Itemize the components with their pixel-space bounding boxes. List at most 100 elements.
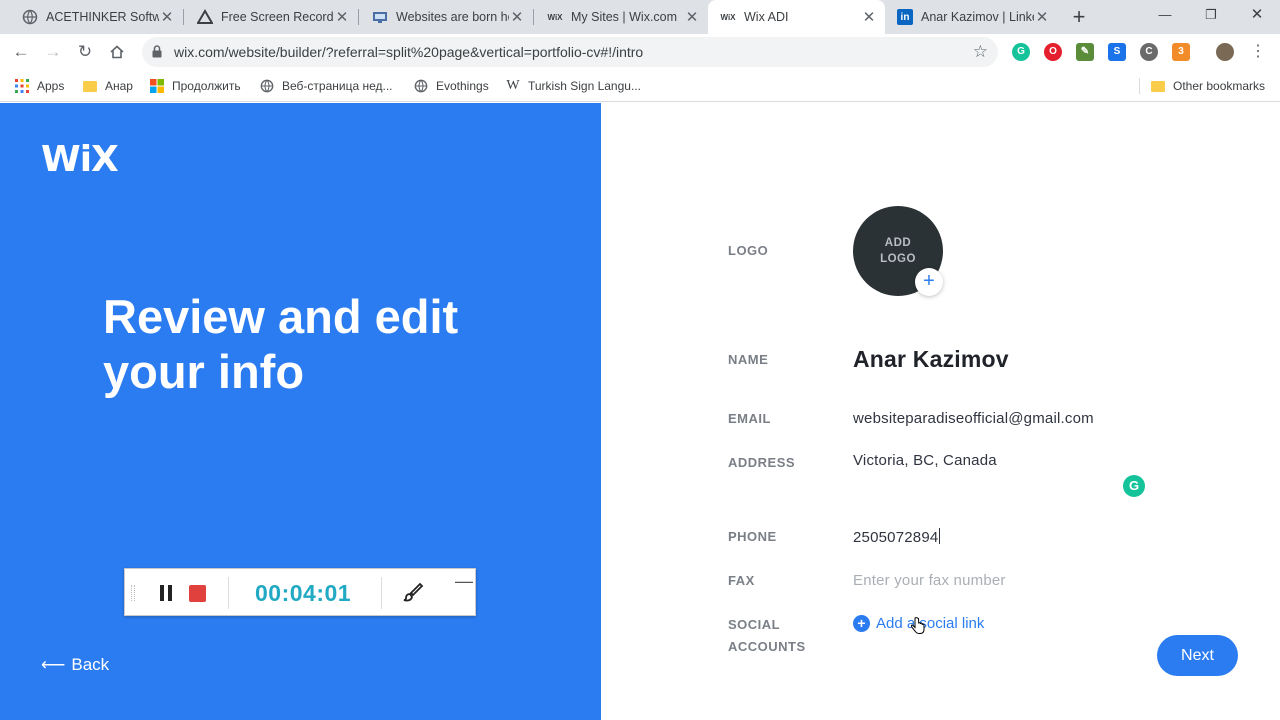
bookmark-apps[interactable]: Apps: [14, 76, 64, 96]
c-extension-icon[interactable]: C: [1140, 43, 1158, 61]
logo-label: LOGO: [728, 243, 769, 258]
bookmark-label: Evothings: [436, 79, 489, 93]
linkedin-icon: in: [897, 9, 913, 25]
forward-arrow-icon[interactable]: →: [40, 39, 66, 65]
drag-handle-icon[interactable]: [131, 585, 135, 601]
tab-free-screen-recorder[interactable]: Free Screen Recorde ✕: [185, 0, 359, 34]
globe-icon: [413, 78, 429, 94]
bookmarks-divider: [1139, 78, 1140, 94]
bookmark-other[interactable]: Other bookmarks: [1150, 76, 1265, 96]
profile-avatar[interactable]: [1216, 43, 1234, 61]
minimize-window-button[interactable]: —: [1142, 0, 1188, 30]
back-link[interactable]: ⟵ Back: [41, 655, 109, 675]
screen-share-extension-icon[interactable]: S: [1108, 43, 1126, 61]
divider: [381, 577, 382, 609]
home-icon[interactable]: [104, 39, 130, 65]
tab-acethinker[interactable]: ACETHINKER Softwa ✕: [10, 0, 184, 34]
close-icon[interactable]: ✕: [159, 8, 175, 26]
tab-title: Websites are born he: [396, 10, 509, 24]
tab-strip: ACETHINKER Softwa ✕ Free Screen Recorde …: [0, 0, 1280, 34]
name-field[interactable]: Anar Kazimov: [853, 346, 1009, 373]
apps-grid-icon: [14, 78, 30, 94]
bookmark-label: Turkish Sign Langu...: [528, 79, 641, 93]
restore-window-button[interactable]: ❐: [1188, 0, 1234, 30]
wix-icon: WiX: [547, 12, 563, 22]
bookmark-label: Apps: [37, 79, 65, 93]
close-icon[interactable]: ✕: [684, 8, 700, 26]
wix-icon: WiX: [720, 12, 736, 22]
social-accounts-label: SOCIAL ACCOUNTS: [728, 614, 806, 658]
close-icon[interactable]: ✕: [861, 8, 877, 26]
close-window-button[interactable]: ✕: [1234, 0, 1280, 30]
bookmark-star-icon[interactable]: ☆: [973, 42, 988, 62]
minimize-recorder-button[interactable]: —: [455, 571, 473, 592]
bookmark-evothings[interactable]: Evothings: [413, 76, 489, 96]
tab-title: My Sites | Wix.com: [571, 10, 678, 24]
intro-panel: WiX Review and edit your info ⟵ Back: [0, 103, 601, 720]
fax-label: FAX: [728, 573, 755, 588]
back-arrow-icon[interactable]: ←: [8, 39, 34, 65]
phone-field[interactable]: 2505072894: [853, 528, 941, 546]
eyedropper-extension-icon[interactable]: ✎: [1076, 43, 1094, 61]
bookmark-label: Анар: [105, 79, 133, 93]
recording-timer: 00:04:01: [255, 580, 352, 606]
close-icon[interactable]: ✕: [509, 8, 525, 26]
monitor-icon: [372, 9, 388, 25]
add-logo-text-2: LOGO: [880, 253, 916, 265]
grammarly-extension-icon[interactable]: G: [1012, 43, 1030, 61]
name-label: NAME: [728, 352, 769, 367]
close-icon[interactable]: ✕: [1034, 8, 1050, 26]
globe-icon: [22, 9, 38, 25]
social-label-line-2: ACCOUNTS: [728, 639, 806, 654]
wikipedia-icon: W: [506, 78, 520, 93]
tab-title: ACETHINKER Softwa: [46, 10, 159, 24]
email-label: EMAIL: [728, 411, 771, 426]
bookmark-web-page[interactable]: Веб-страница нед...: [259, 76, 393, 96]
orange-extension-icon[interactable]: 3: [1172, 43, 1190, 61]
microsoft-icon: [149, 78, 165, 94]
bookmark-anar-folder[interactable]: Анар: [82, 76, 133, 96]
info-form: LOGO ADD LOGO + NAME Anar Kazimov EMAIL …: [601, 103, 1280, 720]
bookmark-label: Продолжить: [172, 79, 241, 93]
add-logo-plus-icon[interactable]: +: [915, 268, 943, 296]
url-text: wix.com/website/builder/?referral=split%…: [174, 44, 644, 60]
phone-label: PHONE: [728, 529, 777, 544]
brush-icon[interactable]: [401, 581, 425, 605]
left-arrow-icon: ⟵: [41, 655, 66, 674]
tab-linkedin[interactable]: in Anar Kazimov | Linke ✕: [885, 0, 1058, 34]
address-bar[interactable]: wix.com/website/builder/?referral=split%…: [142, 37, 998, 67]
close-icon[interactable]: ✕: [334, 8, 350, 26]
screen-recorder-toolbar[interactable]: 00:04:01 —: [124, 568, 476, 616]
wix-logo: WiX: [41, 139, 119, 180]
tab-my-sites[interactable]: WiX My Sites | Wix.com ✕: [535, 0, 708, 34]
tab-wix-adi[interactable]: WiX Wix ADI ✕: [708, 0, 885, 34]
globe-icon: [259, 78, 275, 94]
grammarly-icon[interactable]: G: [1123, 475, 1145, 497]
phone-value: 2505072894: [853, 529, 939, 546]
back-label: Back: [71, 655, 110, 674]
address-label: ADDRESS: [728, 455, 796, 470]
fax-field[interactable]: Enter your fax number: [853, 572, 1006, 589]
add-social-label: Add a social link: [876, 615, 985, 632]
bookmark-label: Other bookmarks: [1173, 79, 1266, 93]
bookmark-label: Веб-страница нед...: [282, 79, 393, 93]
address-field[interactable]: Victoria, BC, Canada: [853, 452, 997, 469]
bookmarks-bar: Apps Анар Продолжить Веб-страница нед...…: [0, 70, 1280, 102]
new-tab-button[interactable]: +: [1068, 4, 1090, 30]
bookmark-continue[interactable]: Продолжить: [149, 76, 241, 96]
adblock-extension-icon[interactable]: O: [1044, 43, 1062, 61]
plus-circle-icon: +: [853, 615, 870, 632]
reload-icon[interactable]: ↻: [72, 39, 98, 65]
hand-cursor-icon: [910, 617, 925, 635]
tab-websites-born[interactable]: Websites are born he ✕: [360, 0, 534, 34]
add-logo-text-1: ADD: [884, 237, 912, 249]
stop-icon[interactable]: [189, 585, 206, 602]
page-title: Review and edit your info: [103, 290, 459, 398]
menu-kebab-icon[interactable]: ⋮: [1245, 39, 1271, 65]
bookmark-turkish-sign[interactable]: W Turkish Sign Langu...: [505, 76, 641, 96]
browser-toolbar: ← → ↻ wix.com/website/builder/?referral=…: [0, 34, 1280, 70]
next-button[interactable]: Next: [1157, 635, 1238, 676]
acethinker-icon: [197, 9, 213, 25]
email-field[interactable]: websiteparadiseofficial@gmail.com: [853, 410, 1094, 427]
divider: [228, 577, 229, 609]
